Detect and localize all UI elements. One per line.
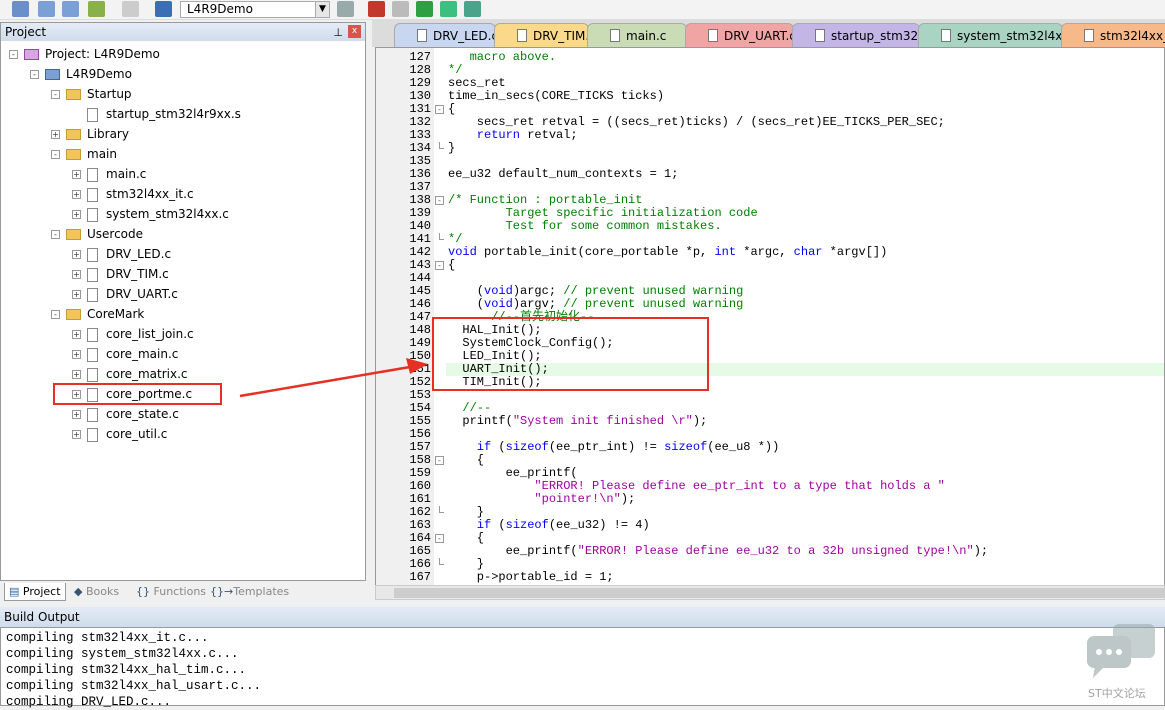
watermark-logo: ST中文论坛 — [1085, 622, 1160, 702]
annotation-overlay — [53, 317, 709, 405]
file-highlight-box — [53, 383, 222, 405]
arrow-head — [406, 358, 428, 374]
code-highlight-box — [432, 317, 709, 391]
watermark-text: ST中文论坛 — [1088, 687, 1146, 700]
annotation-arrow — [239, 365, 411, 398]
